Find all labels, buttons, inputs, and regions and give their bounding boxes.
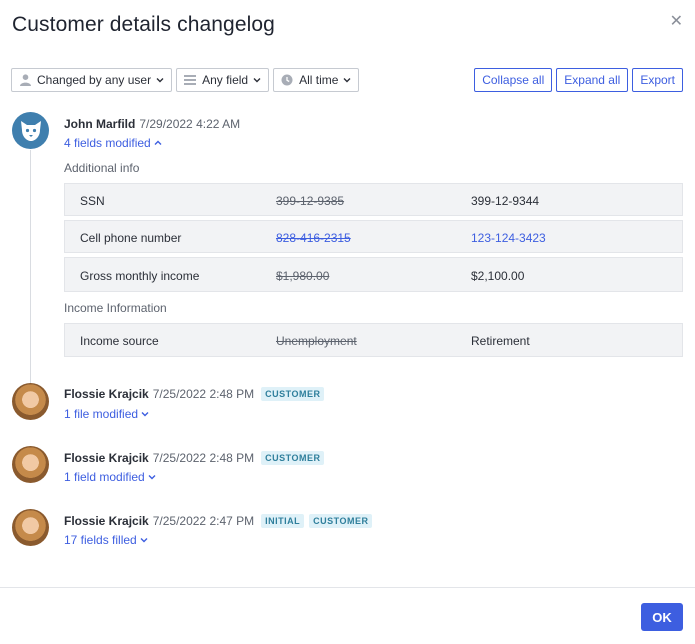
field-label: Any field bbox=[202, 73, 249, 87]
entry-date: 7/25/2022 2:48 PM bbox=[152, 387, 255, 401]
entry-toggle[interactable]: 1 field modified bbox=[64, 470, 156, 484]
entry-toggle[interactable]: 17 fields filled bbox=[64, 533, 148, 547]
entry-author: Flossie Krajcik bbox=[64, 387, 149, 401]
clock-icon bbox=[281, 74, 293, 86]
entry-toggle-label: 1 field modified bbox=[64, 470, 145, 484]
entry-header: Flossie Krajcik 7/25/2022 2:48 PM CUSTOM… bbox=[64, 387, 325, 401]
entry-date: 7/29/2022 4:22 AM bbox=[139, 117, 241, 131]
new-value: $2,100.00 bbox=[471, 269, 525, 283]
chevron-down-icon bbox=[156, 78, 164, 83]
entry-header: John Marfild 7/29/2022 4:22 AM bbox=[64, 117, 240, 131]
field-name: Gross monthly income bbox=[80, 269, 200, 283]
changelog-dialog: Customer details changelog ✕ Changed by … bbox=[0, 0, 695, 644]
initial-badge: INITIAL bbox=[261, 514, 305, 528]
time-dropdown[interactable]: All time bbox=[273, 68, 360, 92]
new-value: 399-12-9344 bbox=[471, 194, 540, 208]
avatar bbox=[12, 509, 49, 546]
close-icon[interactable]: ✕ bbox=[670, 14, 683, 30]
new-value: Retirement bbox=[471, 334, 530, 348]
old-value-link[interactable]: 828-416-2315 bbox=[276, 231, 351, 245]
collapse-all-button[interactable]: Collapse all bbox=[474, 68, 553, 92]
expand-all-button[interactable]: Expand all bbox=[556, 68, 629, 92]
header-actions: Collapse all Expand all Export bbox=[474, 68, 683, 92]
time-label: All time bbox=[299, 73, 339, 87]
field-dropdown[interactable]: Any field bbox=[176, 68, 270, 92]
chevron-down-icon bbox=[140, 538, 148, 543]
change-row: SSN 399-12-9385 399-12-9344 bbox=[64, 183, 683, 216]
avatar bbox=[12, 446, 49, 483]
role-badge: CUSTOMER bbox=[309, 514, 373, 528]
old-value: $1,980.00 bbox=[276, 269, 330, 283]
section-label: Income Information bbox=[64, 301, 167, 315]
chevron-up-icon bbox=[154, 140, 162, 145]
wolf-logo-icon bbox=[20, 120, 41, 141]
entry-toggle[interactable]: 1 file modified bbox=[64, 407, 149, 421]
change-row: Cell phone number 828-416-2315 123-124-3… bbox=[64, 220, 683, 253]
changed-by-dropdown[interactable]: Changed by any user bbox=[11, 68, 173, 92]
user-icon bbox=[19, 74, 31, 86]
timeline-line bbox=[30, 150, 31, 384]
changed-by-label: Changed by any user bbox=[37, 73, 152, 87]
old-value: 399-12-9385 bbox=[276, 194, 345, 208]
export-button[interactable]: Export bbox=[632, 68, 683, 92]
chevron-down-icon bbox=[141, 412, 149, 417]
entry-author: Flossie Krajcik bbox=[64, 514, 149, 528]
entry-toggle-label: 17 fields filled bbox=[64, 533, 137, 547]
entry-toggle-label: 1 file modified bbox=[64, 407, 139, 421]
change-row: Income source Unemployment Retirement bbox=[64, 323, 683, 357]
old-value: Unemployment bbox=[276, 334, 357, 348]
role-badge: CUSTOMER bbox=[261, 451, 325, 465]
avatar bbox=[12, 383, 49, 420]
change-row: Gross monthly income $1,980.00 $2,100.00 bbox=[64, 257, 683, 292]
entry-toggle-label: 4 fields modified bbox=[64, 136, 151, 150]
chevron-down-icon bbox=[343, 78, 351, 83]
filter-toolbar: Changed by any user Any field All time bbox=[11, 68, 360, 92]
section-label: Additional info bbox=[64, 161, 140, 175]
entry-date: 7/25/2022 2:48 PM bbox=[152, 451, 255, 465]
new-value-link[interactable]: 123-124-3423 bbox=[471, 231, 546, 245]
field-name: Cell phone number bbox=[80, 231, 182, 245]
entry-author: John Marfild bbox=[64, 117, 136, 131]
chevron-down-icon bbox=[148, 475, 156, 480]
field-name: Income source bbox=[80, 334, 159, 348]
field-name: SSN bbox=[80, 194, 105, 208]
list-icon bbox=[184, 74, 197, 86]
ok-button[interactable]: OK bbox=[641, 603, 683, 631]
entry-header: Flossie Krajcik 7/25/2022 2:47 PM INITIA… bbox=[64, 514, 373, 528]
entry-header: Flossie Krajcik 7/25/2022 2:48 PM CUSTOM… bbox=[64, 451, 325, 465]
entry-date: 7/25/2022 2:47 PM bbox=[152, 514, 255, 528]
entry-toggle[interactable]: 4 fields modified bbox=[64, 136, 162, 150]
system-avatar bbox=[12, 112, 49, 149]
chevron-down-icon bbox=[253, 78, 261, 83]
role-badge: CUSTOMER bbox=[261, 387, 325, 401]
entry-author: Flossie Krajcik bbox=[64, 451, 149, 465]
footer-divider bbox=[0, 587, 695, 588]
dialog-title: Customer details changelog bbox=[12, 13, 275, 36]
